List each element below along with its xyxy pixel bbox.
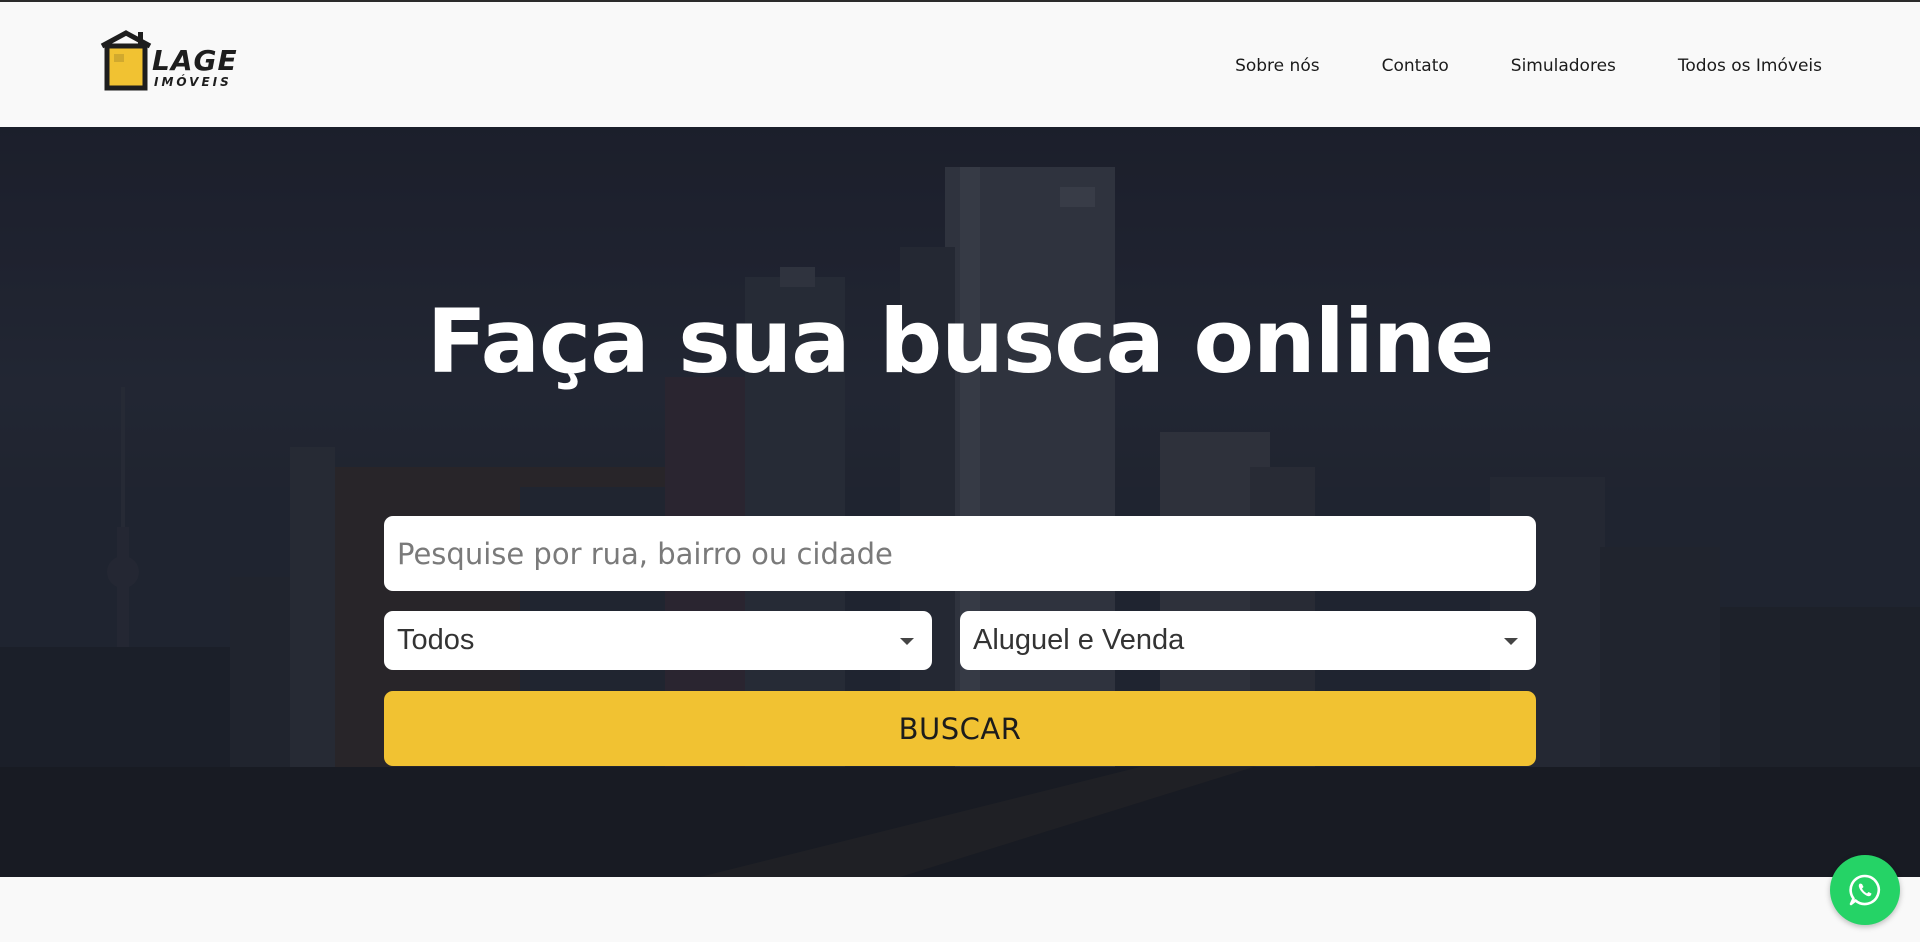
brand-logo[interactable]: LAGE IMÓVEIS [96, 30, 242, 92]
whatsapp-chat-button[interactable] [1830, 855, 1900, 925]
transaction-type-selected-value: Aluguel e Venda [973, 624, 1185, 656]
whatsapp-icon [1849, 874, 1881, 906]
chevron-down-icon [1504, 638, 1518, 645]
site-header: LAGE IMÓVEIS Sobre nós Contato Simulador… [0, 2, 1920, 127]
nav-link-todos-os-imoveis[interactable]: Todos os Imóveis [1678, 56, 1822, 76]
main-nav: Sobre nós Contato Simuladores Todos os I… [1173, 56, 1822, 76]
property-type-selected-value: Todos [397, 624, 475, 656]
logo-subtitle: IMÓVEIS [154, 75, 232, 89]
hero-search-section: Faça sua busca online Todos Aluguel e Ve… [0, 127, 1920, 877]
nav-link-contato[interactable]: Contato [1382, 56, 1449, 76]
transaction-type-select[interactable]: Aluguel e Venda [960, 611, 1536, 670]
property-type-select[interactable]: Todos [384, 611, 932, 670]
logo-wordmark: LAGE [152, 44, 238, 77]
chevron-down-icon [900, 638, 914, 645]
hero-title: Faça sua busca online [426, 289, 1495, 393]
house-logo-icon [100, 30, 152, 91]
search-submit-button[interactable]: BUSCAR [384, 691, 1536, 766]
nav-link-simuladores[interactable]: Simuladores [1511, 56, 1616, 76]
location-search-input[interactable] [384, 516, 1536, 591]
nav-link-sobre-nos[interactable]: Sobre nós [1235, 56, 1320, 76]
